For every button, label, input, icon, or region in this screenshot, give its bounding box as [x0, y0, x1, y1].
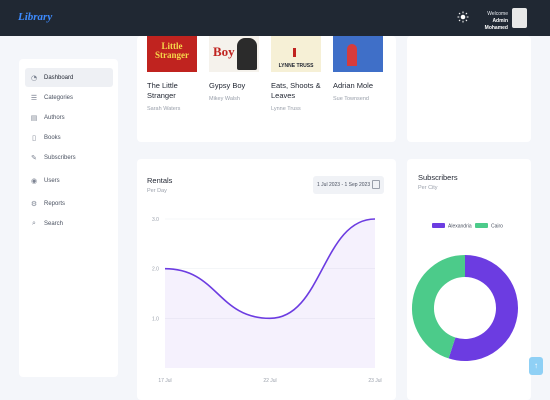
sidebar-item-books[interactable]: ▯ Books	[25, 128, 113, 147]
book-author: Sarah Waters	[147, 106, 181, 112]
book-author: Lynne Truss	[271, 106, 301, 112]
book-title[interactable]: Gypsy Boy	[209, 81, 259, 91]
subscribers-chart: Alexandria Cairo	[412, 223, 518, 361]
x-tick-label: 17 Jul	[158, 378, 171, 384]
rentals-area	[165, 219, 375, 368]
book-item[interactable]: Boy Gypsy Boy Mikey Walsh	[209, 36, 259, 102]
book-item[interactable]: Adrian Mole Sue Townsend	[333, 36, 383, 102]
y-tick-label: 3.0	[152, 217, 159, 223]
legend-label: Alexandria	[448, 224, 472, 230]
sidebar-item-users[interactable]: ◉ Users	[25, 171, 113, 190]
latest-books-card: Little Stranger The Little Stranger Sara…	[137, 36, 396, 142]
book-cover: Little Stranger	[147, 36, 197, 72]
cover-title: Little Stranger	[155, 41, 189, 60]
sidebar: ◔ Dashboard ☰ Categories ▤ Authors ▯ Books ✎…	[19, 59, 118, 377]
book-item[interactable]: Little Stranger The Little Stranger Sara…	[147, 36, 197, 112]
scroll-to-top-button[interactable]: ↑	[529, 357, 543, 375]
sidebar-item-label: Users	[44, 177, 60, 184]
sidebar-item-label: Books	[44, 134, 61, 141]
legend-label: Cairo	[491, 224, 503, 230]
rentals-card: Rentals Per Day 1 Jul 2023 - 1 Sep 2023 …	[137, 159, 396, 400]
reports-icon: ⚙	[30, 199, 38, 208]
book-title[interactable]: Adrian Mole	[333, 81, 383, 91]
cover-art	[347, 44, 357, 66]
top-navbar: Library Welcome Admin Mohamed	[0, 0, 550, 36]
book-title[interactable]: Eats, Shoots & Leaves	[271, 81, 321, 101]
donut-slice	[412, 255, 466, 359]
sidebar-item-search[interactable]: ⌕ Search	[25, 214, 113, 233]
avatar[interactable]	[512, 8, 527, 28]
x-tick-label: 22 Jul	[263, 378, 276, 384]
authors-icon: ▤	[30, 113, 38, 122]
book-cover: LYNNE TRUSS	[271, 36, 321, 72]
brand-logo[interactable]: Library	[18, 11, 52, 23]
summary-card	[407, 36, 531, 142]
dashboard-icon: ◔	[30, 73, 38, 82]
user-name: Admin Mohamed	[484, 18, 508, 31]
users-icon: ◉	[30, 176, 38, 185]
search-icon: ⌕	[32, 219, 36, 227]
cover-title: LYNNE TRUSS	[278, 63, 314, 69]
sidebar-item-label: Search	[44, 220, 64, 227]
book-cover	[333, 36, 383, 72]
legend-swatch	[475, 223, 488, 228]
subscribers-card: Subscribers Per City Alexandria Cairo	[407, 159, 531, 400]
books-icon: ▯	[32, 133, 36, 142]
sidebar-item-label: Subscribers	[44, 154, 76, 161]
sidebar-item-label: Authors	[44, 114, 65, 121]
sidebar-item-label: Reports	[44, 200, 66, 207]
cover-art	[293, 48, 296, 57]
book-item[interactable]: LYNNE TRUSS Eats, Shoots & Leaves Lynne …	[271, 36, 321, 112]
book-title[interactable]: The Little Stranger	[147, 81, 197, 101]
y-tick-label: 2.0	[152, 267, 159, 273]
book-author: Mikey Walsh	[209, 96, 240, 102]
book-cover: Boy	[209, 36, 259, 72]
sidebar-item-label: Dashboard	[44, 74, 74, 81]
sidebar-item-label: Categories	[44, 94, 74, 101]
y-tick-label: 1.0	[152, 316, 159, 322]
donut-slice	[448, 255, 518, 361]
sidebar-item-dashboard[interactable]: ◔ Dashboard	[25, 68, 113, 87]
sidebar-item-authors[interactable]: ▤ Authors	[25, 108, 113, 127]
sidebar-item-reports[interactable]: ⚙ Reports	[25, 194, 113, 213]
legend-swatch	[432, 223, 445, 228]
sidebar-item-categories[interactable]: ☰ Categories	[25, 88, 113, 107]
x-tick-label: 23 Jul	[368, 378, 381, 384]
welcome-label: Welcome	[487, 11, 508, 17]
cover-art	[237, 38, 257, 70]
subscribers-icon: ✎	[31, 153, 37, 162]
categories-icon: ☰	[30, 93, 38, 102]
theme-toggle-icon[interactable]	[457, 11, 469, 23]
user-greeting: Welcome Admin Mohamed	[474, 11, 508, 32]
book-author: Sue Townsend	[333, 96, 369, 102]
sidebar-item-subscribers[interactable]: ✎ Subscribers	[25, 148, 113, 167]
rentals-chart: 1.0 2.0 3.0 17 Jul 22 Jul 23 Jul	[152, 217, 382, 384]
